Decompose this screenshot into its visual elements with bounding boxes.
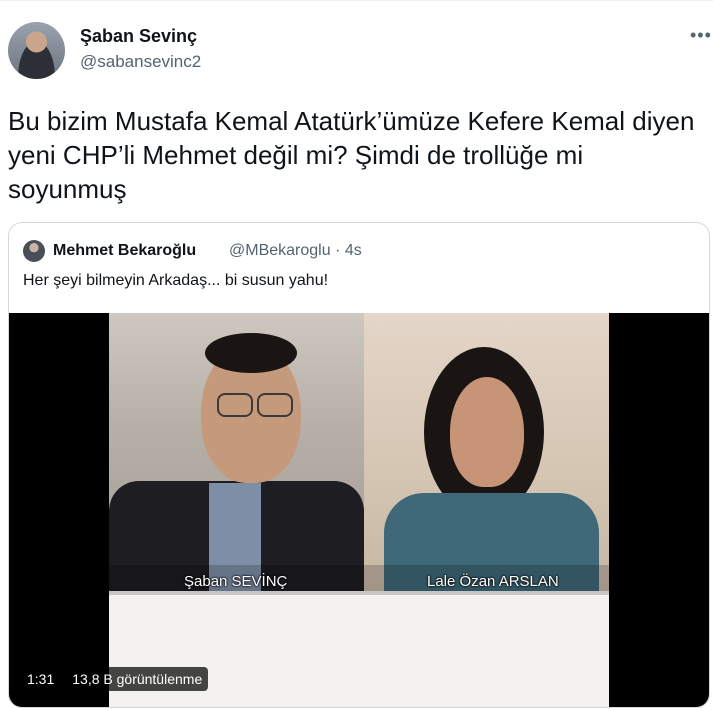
video-duration: 1:31 (27, 671, 55, 687)
quoted-tweet-text: Her şeyi bilmeyin Arkadaş... bi susun ya… (23, 272, 329, 289)
video-views: 13,8 B görüntülenme (72, 671, 203, 687)
quoted-author-name[interactable]: Mehmet Bekaroğlu (53, 242, 196, 260)
video-info-badge: 1:31 13,8 B görüntülenme (21, 667, 209, 691)
tweet-text: Bu bizim Mustafa Kemal Atatürk’ümüze Kef… (8, 106, 695, 204)
video-caption-right: Lale Özan ARSLAN (427, 573, 559, 590)
author-name[interactable]: Şaban Sevinç (80, 26, 197, 47)
video-player[interactable]: Şaban SEVİNÇ Lale Özan ARSLAN 1:31 13,8 … (9, 313, 709, 707)
author-handle[interactable]: @sabansevinc2 (80, 52, 201, 72)
top-divider (0, 0, 713, 1)
author-avatar[interactable] (8, 22, 65, 79)
quoted-author-handle-time[interactable]: @MBekaroglu · 4s (229, 242, 362, 260)
more-horizontal-icon[interactable]: ••• (690, 25, 712, 46)
video-caption-left: Şaban SEVİNÇ (184, 573, 288, 590)
video-frame-right (364, 313, 609, 591)
video-frame-left (109, 313, 364, 591)
quoted-tweet-card[interactable]: Mehmet Bekaroğlu @MBekaroglu · 4s Her şe… (8, 222, 710, 708)
quoted-author-avatar[interactable] (23, 240, 45, 262)
